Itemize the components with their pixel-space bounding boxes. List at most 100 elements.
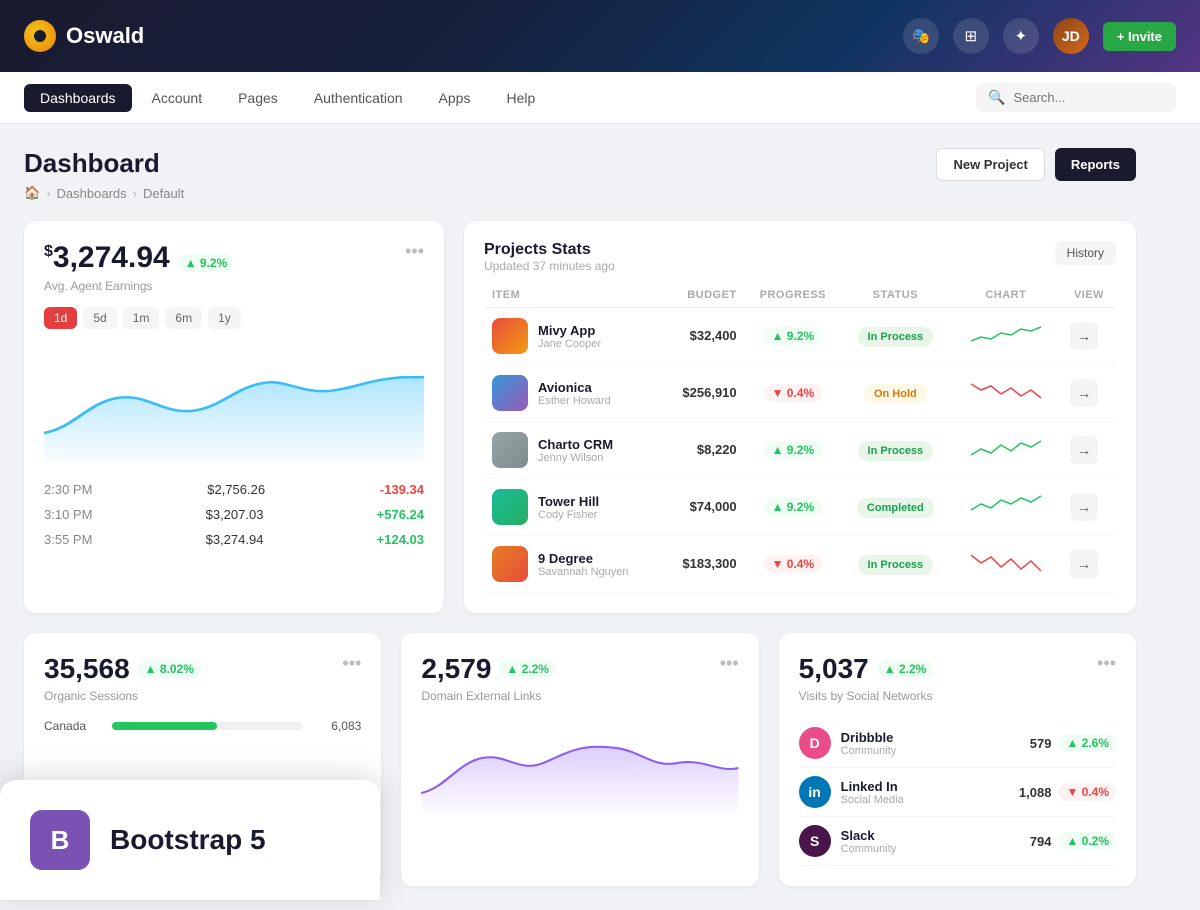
nav-help[interactable]: Help [490,84,551,112]
data-rows: 2:30 PM $2,756.26 -139.34 3:10 PM $3,207… [44,477,424,552]
social-more-button[interactable]: ••• [1097,653,1116,674]
col-item: ITEM [484,283,662,308]
page-header: Dashboard 🏠 › Dashboards › Default New P… [24,148,1136,201]
view-button-9degree[interactable]: → [1070,550,1098,578]
slack-icon: S [799,825,831,857]
tab-5d[interactable]: 5d [83,307,116,329]
data-row-3: 3:55 PM $3,274.94 +124.03 [44,527,424,552]
social-networks-card: 5,037 ▲ 2.2% Visits by Social Networks •… [779,633,1136,886]
projects-stats-card: Projects Stats Updated 37 minutes ago Hi… [464,221,1136,613]
nav-account[interactable]: Account [136,84,219,112]
list-item: S Slack Community 794 ▲ 0.2% [799,817,1116,866]
col-chart: CHART [950,283,1062,308]
tab-1m[interactable]: 1m [123,307,160,329]
organic-label: Organic Sessions [44,689,201,703]
invite-button[interactable]: + Invite [1103,22,1176,51]
view-button-mivy[interactable]: → [1070,322,1098,350]
earnings-amount: $3,274.94 [44,241,170,275]
top-navbar: Oswald 🎭 ⊞ ✦ JD + Invite [0,0,1200,72]
view-button-avionica[interactable]: → [1070,379,1098,407]
view-button-tower[interactable]: → [1070,493,1098,521]
bootstrap-icon: B [30,810,90,870]
projects-subtitle: Updated 37 minutes ago [484,259,615,273]
table-row: Avionica Esther Howard $256,910 ▼ 0.4% O… [484,365,1116,422]
earnings-badge: ▲ 9.2% [178,254,235,272]
page-title: Dashboard [24,148,184,179]
nav-icon-mask[interactable]: 🎭 [903,18,939,54]
social-header: 5,037 ▲ 2.2% Visits by Social Networks •… [799,653,1116,703]
list-item: D Dribbble Community 579 ▲ 2.6% [799,719,1116,768]
search-input[interactable] [1013,90,1163,105]
projects-table: ITEM BUDGET PROGRESS STATUS CHART VIEW [484,283,1116,593]
project-item-9degree: 9 Degree Savannah Nguyen [492,546,654,582]
table-row: Charto CRM Jenny Wilson $8,220 ▲ 9.2% In… [484,422,1116,479]
status-badge: Completed [857,498,934,518]
app-name: Oswald [66,23,144,49]
social-value-area: 5,037 ▲ 2.2% Visits by Social Networks [799,653,934,703]
breadcrumb-default: Default [143,186,184,201]
tab-6m[interactable]: 6m [165,307,202,329]
history-button[interactable]: History [1055,241,1116,265]
breadcrumb-dashboards[interactable]: Dashboards [57,186,127,201]
nav-dashboards[interactable]: Dashboards [24,84,132,112]
new-project-button[interactable]: New Project [936,148,1044,181]
table-row: 9 Degree Savannah Nguyen $183,300 ▼ 0.4%… [484,536,1116,593]
social-label: Visits by Social Networks [799,689,934,703]
map-row-canada: Canada 6,083 [44,719,361,733]
data-row-2: 3:10 PM $3,207.03 +576.24 [44,502,424,527]
nav-authentication[interactable]: Authentication [298,84,419,112]
slack-info: Slack Community [841,828,897,855]
avatar[interactable]: JD [1053,18,1089,54]
earnings-chart [44,343,424,463]
nav-pages[interactable]: Pages [222,84,294,112]
col-status: STATUS [841,283,950,308]
sparkline-tower [966,490,1046,520]
organic-more-button[interactable]: ••• [342,653,361,674]
project-item-tower: Tower Hill Cody Fisher [492,489,654,525]
nav-apps[interactable]: Apps [423,84,487,112]
view-button-charto[interactable]: → [1070,436,1098,464]
project-item-avionica: Avionica Esther Howard [492,375,654,411]
table-row: Tower Hill Cody Fisher $74,000 ▲ 9.2% Co… [484,479,1116,536]
domain-more-button[interactable]: ••• [720,653,739,674]
project-info-charto: Charto CRM Jenny Wilson [538,437,613,464]
earnings-more-button[interactable]: ••• [405,241,424,262]
list-item: in Linked In Social Media 1,088 ▼ 0.4% [799,768,1116,817]
search-icon: 🔍 [988,89,1005,106]
bootstrap-overlay: B Bootstrap 5 [0,780,380,900]
dribbble-icon: D [799,727,831,759]
data-row-1: 2:30 PM $2,756.26 -139.34 [44,477,424,502]
reports-button[interactable]: Reports [1055,148,1136,181]
nav-icon-layout[interactable]: ⊞ [953,18,989,54]
project-item-mivy: Mivy App Jane Cooper [492,318,654,354]
project-info-avionica: Avionica Esther Howard [538,380,611,407]
secondary-navbar: Dashboards Account Pages Authentication … [0,72,1200,124]
nav-icon-share[interactable]: ✦ [1003,18,1039,54]
earnings-header: $3,274.94 ▲ 9.2% Avg. Agent Earnings ••• [44,241,424,293]
project-icon-avionica [492,375,528,411]
organic-badge: ▲ 8.02% [138,660,201,678]
tab-1d[interactable]: 1d [44,307,77,329]
linkedin-icon: in [799,776,831,808]
status-badge: In Process [858,441,934,461]
project-info-mivy: Mivy App Jane Cooper [538,323,601,350]
page-header-left: Dashboard 🏠 › Dashboards › Default [24,148,184,201]
organic-number: 35,568 [44,653,130,685]
project-icon-tower [492,489,528,525]
projects-title-area: Projects Stats Updated 37 minutes ago [484,241,615,273]
tab-1y[interactable]: 1y [208,307,241,329]
breadcrumb-home-icon: 🏠 [24,185,40,201]
header-buttons: New Project Reports [936,148,1136,181]
project-icon-9degree [492,546,528,582]
sparkline-avionica [966,376,1046,406]
col-view: VIEW [1062,283,1116,308]
organic-header: 35,568 ▲ 8.02% Organic Sessions ••• [44,653,361,703]
col-budget: BUDGET [662,283,744,308]
sparkline-charto [966,433,1046,463]
col-progress: PROGRESS [745,283,841,308]
domain-value-area: 2,579 ▲ 2.2% Domain External Links [421,653,556,703]
project-info-9degree: 9 Degree Savannah Nguyen [538,551,629,578]
project-icon-charto [492,432,528,468]
bootstrap-title: Bootstrap 5 [110,824,266,856]
status-badge: In Process [858,327,934,347]
